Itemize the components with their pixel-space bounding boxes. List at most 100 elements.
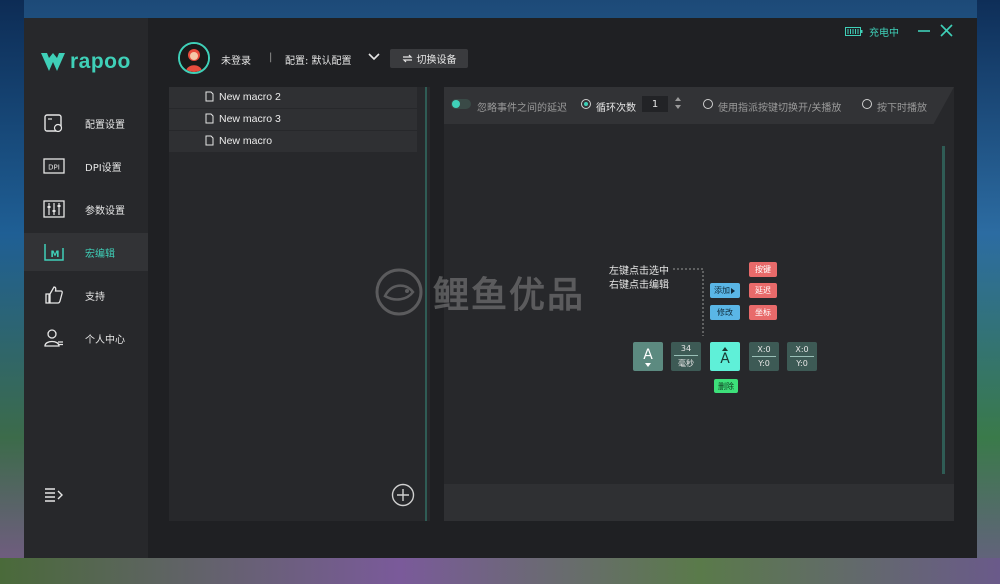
loop-count-input[interactable]: 1 — [642, 96, 668, 112]
delete-event-button[interactable]: 删除 — [714, 379, 738, 393]
event-key-label: A — [720, 350, 730, 367]
desktop-background-bottom — [0, 558, 1000, 584]
sidebar-item-label: 宏编辑 — [85, 249, 115, 260]
top-bar: 未登录 | 配置: 默认配置 切换设备 充电中 — [148, 18, 977, 74]
rapoo-logo-icon — [41, 53, 65, 71]
switch-arrows-icon — [402, 54, 412, 63]
hold-play-radio[interactable] — [862, 99, 872, 109]
sidebar-item-personal[interactable]: 个人中心 — [24, 319, 148, 357]
sidebar-item-label: 个人中心 — [85, 335, 125, 346]
modify-event-button[interactable]: 修改 — [710, 305, 740, 320]
separator: | — [269, 52, 273, 63]
coord-x: X:0 — [757, 345, 771, 354]
tip-right-click: 右键点击编辑 — [609, 280, 669, 291]
config-icon — [44, 114, 63, 133]
divider — [674, 355, 698, 356]
event-coordinate[interactable]: X:0 Y:0 — [749, 342, 779, 371]
user-icon — [44, 329, 63, 347]
coord-x: X:0 — [795, 345, 809, 354]
event-delay[interactable]: 34 毫秒 — [671, 342, 701, 371]
macro-name: New macro — [219, 135, 273, 147]
event-type-delay-label: 延迟 — [755, 286, 771, 295]
sidebar-item-params[interactable]: 参数设置 — [24, 190, 148, 228]
sidebar-item-config[interactable]: 配置设置 — [24, 104, 148, 142]
event-coordinate[interactable]: X:0 Y:0 — [787, 342, 817, 371]
event-type-key-label: 按键 — [755, 265, 771, 274]
divider — [790, 356, 814, 357]
macro-icon: M — [44, 244, 64, 261]
arrow-down-icon — [645, 362, 651, 367]
switch-device-button[interactable]: 切换设备 — [390, 49, 468, 68]
loop-count-label: 循环次数 — [596, 103, 636, 114]
divider — [752, 356, 776, 357]
play-triangle-icon — [731, 287, 735, 294]
dpi-icon: DPI — [43, 158, 65, 174]
current-config: 配置: 默认配置 — [285, 56, 352, 67]
sidebar: rapoo 配置设置 DPI DPI设置 参数设置 M 宏编辑 支持 个人中心 — [24, 18, 148, 558]
file-icon — [205, 91, 214, 102]
event-delay-value: 34 — [680, 344, 692, 353]
add-event-label: 添加 — [714, 286, 730, 295]
sliders-icon — [43, 200, 65, 218]
chevron-down-icon[interactable] — [368, 53, 380, 61]
event-type-coord-button[interactable]: 坐标 — [749, 305, 777, 320]
macro-list-item[interactable]: New macro 2 — [169, 87, 417, 108]
thumbs-up-icon — [45, 286, 63, 304]
sidebar-item-macro[interactable]: M 宏编辑 — [24, 233, 148, 271]
macro-list-item[interactable]: New macro 3 — [169, 109, 417, 130]
event-type-coord-label: 坐标 — [755, 308, 771, 317]
watermark: 鲤鱼优品 — [373, 266, 585, 318]
svg-text:M: M — [51, 250, 60, 260]
editor-scrollbar[interactable] — [942, 146, 945, 474]
event-key-press[interactable]: A — [710, 342, 740, 371]
charging-label: 充电中 — [869, 28, 899, 39]
add-macro-icon[interactable] — [391, 483, 415, 507]
event-type-delay-button[interactable]: 延迟 — [749, 283, 777, 298]
editor-footer — [444, 484, 954, 521]
tip-left-click: 左键点击选中 — [609, 266, 669, 277]
event-type-key-button[interactable]: 按键 — [749, 262, 777, 277]
tip-connector-line — [673, 268, 704, 336]
sidebar-item-dpi[interactable]: DPI DPI设置 — [24, 147, 148, 185]
modify-event-label: 修改 — [717, 308, 733, 317]
minimize-icon[interactable] — [918, 29, 930, 33]
stepper-down-icon[interactable] — [674, 104, 682, 110]
logo-text: rapoo — [70, 50, 131, 73]
sidebar-item-label: 配置设置 — [85, 120, 125, 131]
collapse-menu-icon[interactable] — [44, 487, 64, 503]
coord-y: Y:0 — [796, 359, 808, 368]
close-icon[interactable] — [940, 24, 953, 37]
macro-list-item[interactable]: New macro — [169, 131, 417, 152]
file-icon — [205, 135, 214, 146]
add-event-button[interactable]: 添加 — [710, 283, 740, 298]
loop-count-stepper[interactable] — [674, 96, 682, 112]
sidebar-item-label: DPI设置 — [85, 163, 122, 174]
avatar[interactable] — [178, 42, 210, 74]
toggle-play-radio[interactable] — [703, 99, 713, 109]
event-key-release[interactable]: A — [633, 342, 663, 371]
charging-status: 充电中 — [845, 24, 899, 39]
loop-count-radio[interactable] — [581, 99, 591, 109]
stepper-up-icon[interactable] — [674, 96, 682, 102]
sidebar-item-support[interactable]: 支持 — [24, 276, 148, 314]
desktop-background-right — [977, 0, 1000, 584]
hold-play-label: 按下时播放 — [877, 103, 927, 114]
watermark-text: 鲤鱼优品 — [433, 275, 586, 316]
toggle-play-label: 使用指派按键切换开/关播放 — [718, 103, 842, 114]
battery-icon — [845, 27, 863, 36]
macro-name: New macro 2 — [219, 91, 281, 103]
event-key-label: A — [643, 346, 653, 363]
login-status[interactable]: 未登录 — [221, 52, 251, 67]
desktop-background-left — [0, 0, 24, 584]
sidebar-item-label: 支持 — [85, 292, 105, 303]
avatar-portrait-icon — [180, 44, 208, 72]
ignore-delay-label: 忽略事件之间的延迟 — [477, 103, 567, 114]
svg-text:DPI: DPI — [48, 164, 60, 172]
sidebar-item-label: 参数设置 — [85, 206, 125, 217]
switch-device-label: 切换设备 — [416, 55, 457, 66]
ignore-delay-toggle[interactable] — [451, 99, 471, 109]
logo: rapoo — [40, 50, 131, 74]
file-icon — [205, 113, 214, 124]
delete-event-label: 删除 — [718, 381, 734, 391]
coord-y: Y:0 — [758, 359, 770, 368]
